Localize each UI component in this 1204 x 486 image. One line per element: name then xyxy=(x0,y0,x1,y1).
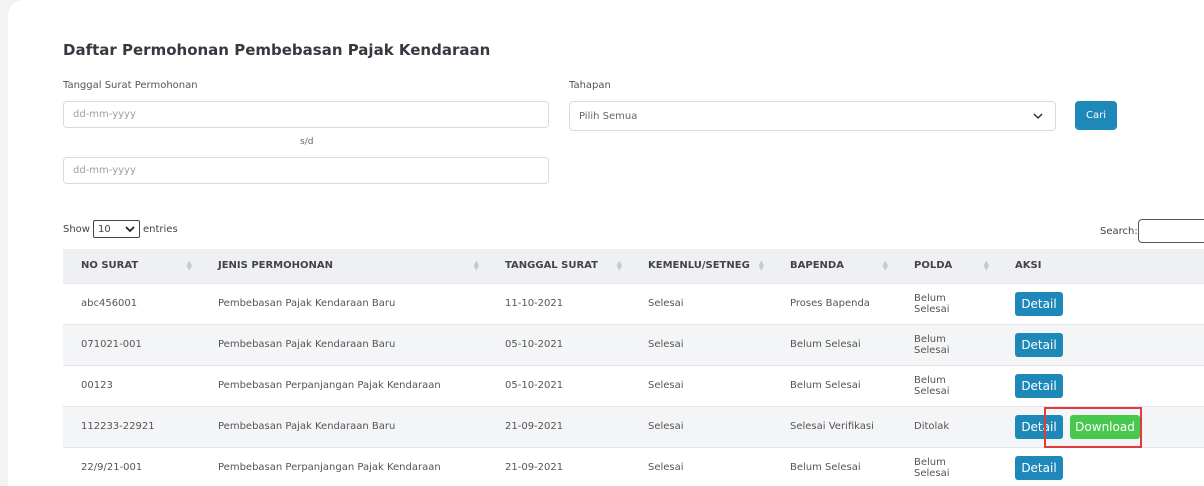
cell-polda: Belum Selesai xyxy=(896,364,997,406)
cell-bapenda: Selesai Verifikasi xyxy=(772,405,896,447)
cell-polda: Belum Selesai xyxy=(896,282,997,324)
cell-aksi: Detail xyxy=(997,282,1204,324)
sort-icon: ▲ ▼ xyxy=(186,259,192,272)
cell-tanggal: 05-10-2021 xyxy=(487,323,630,365)
sort-icon: ▲ ▼ xyxy=(983,259,989,272)
table-header-row: NO SURAT ▲ ▼ JENIS PERMOHONAN ▲ ▼ TANGGAL SU… xyxy=(63,249,1204,283)
col-bapenda[interactable]: BAPENDA ▲ ▼ xyxy=(772,249,896,283)
page-title: Daftar Permohonan Pembebasan Pajak Kenda… xyxy=(63,41,491,59)
cell-tanggal: 11-10-2021 xyxy=(487,282,630,324)
col-kemenlu-setneg[interactable]: KEMENLU/SETNEG ▲ ▼ xyxy=(630,249,772,283)
cell-aksi: Detail xyxy=(997,364,1204,406)
col-aksi: AKSI xyxy=(997,249,1204,283)
col-no-surat[interactable]: NO SURAT ▲ ▼ xyxy=(63,249,200,283)
sort-icon: ▲ ▼ xyxy=(616,259,622,272)
cell-no-surat: 071021-001 xyxy=(63,323,200,365)
cell-bapenda: Proses Bapenda xyxy=(772,282,896,324)
table-row: abc456001 Pembebasan Pajak Kendaraan Baru… xyxy=(63,282,1204,324)
chevron-down-icon xyxy=(125,226,135,233)
cell-kemenlu: Selesai xyxy=(630,323,772,365)
col-polda[interactable]: POLDA ▲ ▼ xyxy=(896,249,997,283)
cell-aksi: Detail xyxy=(997,446,1204,486)
cell-tanggal: 05-10-2021 xyxy=(487,364,630,406)
date-label: Tanggal Surat Permohonan xyxy=(63,80,198,91)
search-button[interactable]: Cari xyxy=(1075,101,1117,130)
cell-no-surat: 112233-22921 xyxy=(63,405,200,447)
detail-button[interactable]: Detail xyxy=(1015,455,1063,480)
detail-button[interactable]: Detail xyxy=(1015,291,1063,316)
sort-icon: ▲ ▼ xyxy=(882,259,888,272)
cell-tanggal: 21-09-2021 xyxy=(487,446,630,486)
table-row: 22/9/21-001 Pembebasan Perpanjangan Pajak… xyxy=(63,446,1204,486)
cell-bapenda: Belum Selesai xyxy=(772,323,896,365)
table-row: 071021-001 Pembebasan Pajak Kendaraan Bar… xyxy=(63,323,1204,365)
stage-select[interactable]: Pilih Semua xyxy=(569,101,1056,131)
cell-tanggal: 21-09-2021 xyxy=(487,405,630,447)
table-row: 112233-22921 Pembebasan Pajak Kendaraan B… xyxy=(63,405,1204,447)
cell-polda: Belum Selesai xyxy=(896,446,997,486)
data-table: NO SURAT ▲ ▼ JENIS PERMOHONAN ▲ ▼ TANGGAL SU… xyxy=(63,249,1204,486)
sort-icon: ▲ ▼ xyxy=(758,259,764,272)
cell-jenis: Pembebasan Pajak Kendaraan Baru xyxy=(200,405,487,447)
col-tanggal-surat[interactable]: TANGGAL SURAT ▲ ▼ xyxy=(487,249,630,283)
sort-icon: ▲ ▼ xyxy=(473,259,479,272)
show-label: Show xyxy=(63,223,90,235)
cell-polda: Belum Selesai xyxy=(896,323,997,365)
table-search-input[interactable] xyxy=(1138,219,1204,243)
cell-no-surat: 22/9/21-001 xyxy=(63,446,200,486)
cell-kemenlu: Selesai xyxy=(630,405,772,447)
entries-value: 10 xyxy=(97,223,111,235)
entries-length-control: Show 10 entries xyxy=(63,220,178,238)
cell-aksi: Detail xyxy=(997,323,1204,365)
cell-kemenlu: Selesai xyxy=(630,282,772,324)
cell-polda: Ditolak xyxy=(896,405,997,447)
detail-button[interactable]: Detail xyxy=(1015,332,1063,357)
cell-bapenda: Belum Selesai xyxy=(772,364,896,406)
left-strip xyxy=(0,0,8,486)
stage-label: Tahapan xyxy=(569,80,611,91)
chevron-down-icon xyxy=(1033,113,1043,120)
table-row: 00123 Pembebasan Perpanjangan Pajak Kenda… xyxy=(63,364,1204,406)
cell-jenis: Pembebasan Pajak Kendaraan Baru xyxy=(200,323,487,365)
col-jenis-permohonan[interactable]: JENIS PERMOHONAN ▲ ▼ xyxy=(200,249,487,283)
highlight-box xyxy=(1044,407,1142,448)
cell-jenis: Pembebasan Perpanjangan Pajak Kendaraan xyxy=(200,446,487,486)
date-from-input[interactable]: dd-mm-yyyy xyxy=(63,101,549,128)
stage-selected-value: Pilih Semua xyxy=(579,111,638,122)
cell-kemenlu: Selesai xyxy=(630,446,772,486)
cell-no-surat: abc456001 xyxy=(63,282,200,324)
date-to-input[interactable]: dd-mm-yyyy xyxy=(63,157,549,184)
entries-select[interactable]: 10 xyxy=(92,220,140,238)
date-separator: s/d xyxy=(300,137,314,147)
cell-jenis: Pembebasan Perpanjangan Pajak Kendaraan xyxy=(200,364,487,406)
cell-kemenlu: Selesai xyxy=(630,364,772,406)
cell-bapenda: Belum Selesai xyxy=(772,446,896,486)
detail-button[interactable]: Detail xyxy=(1015,373,1063,398)
table-search-label: Search: xyxy=(1100,226,1138,237)
cell-no-surat: 00123 xyxy=(63,364,200,406)
entries-label: entries xyxy=(142,223,178,235)
cell-jenis: Pembebasan Pajak Kendaraan Baru xyxy=(200,282,487,324)
